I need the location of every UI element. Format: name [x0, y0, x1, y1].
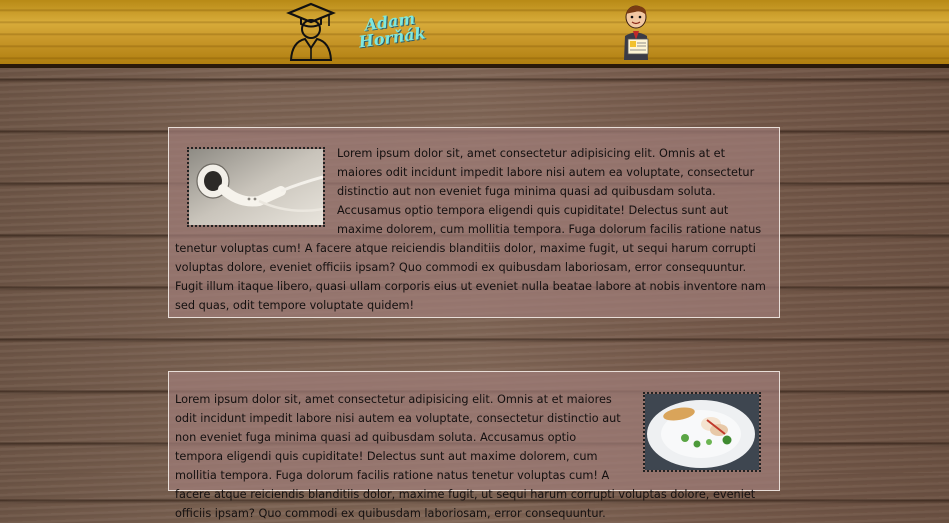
mascot-icon	[624, 5, 649, 60]
graduate-icon[interactable]	[285, 2, 337, 62]
article-card-2: Lorem ipsum dolor sit, amet consectetur …	[168, 371, 780, 520]
brand-name[interactable]: Adam Horňák	[354, 9, 428, 52]
article-card-1: Lorem ipsum dolor sit, amet consectetur …	[168, 127, 780, 318]
food-plate-image	[643, 392, 761, 472]
site-header: Adam Horňák	[0, 0, 949, 68]
earphones-image	[187, 147, 325, 227]
